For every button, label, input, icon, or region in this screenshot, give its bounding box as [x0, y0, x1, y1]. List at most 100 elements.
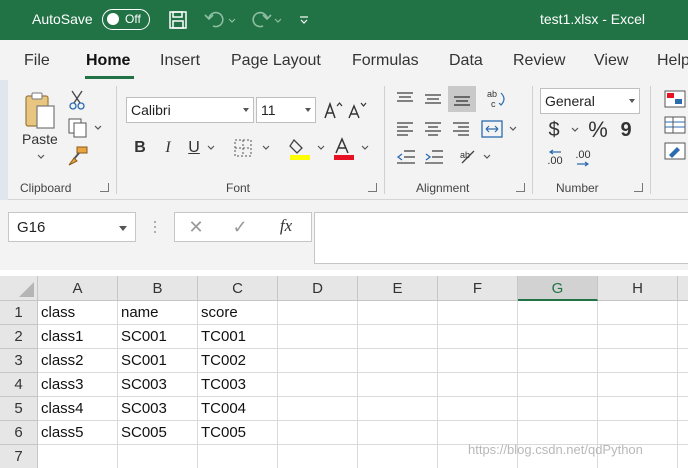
cell-b1[interactable]: name	[118, 301, 198, 325]
cell-h2[interactable]	[598, 325, 678, 349]
paste-dropdown-icon[interactable]	[36, 152, 46, 162]
cell-g3[interactable]	[518, 349, 598, 373]
cell-i1[interactable]	[678, 301, 688, 325]
clipboard-launcher-icon[interactable]	[100, 183, 109, 192]
font-size-select[interactable]: 11	[256, 97, 316, 123]
cell-i2[interactable]	[678, 325, 688, 349]
cell-i4[interactable]	[678, 373, 688, 397]
font-color-icon[interactable]	[332, 136, 372, 162]
cell-g5[interactable]	[518, 397, 598, 421]
copy-icon[interactable]	[66, 116, 104, 140]
underline-button[interactable]: U	[184, 137, 204, 159]
decrease-font-size-icon[interactable]	[346, 98, 368, 122]
column-header-a[interactable]: A	[38, 276, 118, 301]
underline-dropdown-icon[interactable]	[206, 143, 216, 153]
align-bottom-icon[interactable]	[448, 86, 476, 112]
cell-f2[interactable]	[438, 325, 518, 349]
cell-a1[interactable]: class	[38, 301, 118, 325]
cell-e5[interactable]	[358, 397, 438, 421]
cell-c1[interactable]: score	[198, 301, 278, 325]
cell-e6[interactable]	[358, 421, 438, 445]
cell-f5[interactable]	[438, 397, 518, 421]
currency-button[interactable]: $	[544, 118, 564, 142]
cell-d4[interactable]	[278, 373, 358, 397]
increase-indent-icon[interactable]	[422, 146, 446, 168]
cell-c3[interactable]: TC002	[198, 349, 278, 373]
increase-font-size-icon[interactable]	[322, 98, 344, 122]
cell-a3[interactable]: class2	[38, 349, 118, 373]
decrease-indent-icon[interactable]	[394, 146, 418, 168]
cut-icon[interactable]	[66, 88, 88, 112]
row-header-5[interactable]: 5	[0, 397, 38, 421]
column-header-d[interactable]: D	[278, 276, 358, 301]
cell-e2[interactable]	[358, 325, 438, 349]
row-header-4[interactable]: 4	[0, 373, 38, 397]
tab-home[interactable]: Home	[86, 52, 130, 70]
autosave-toggle[interactable]: Off	[102, 9, 150, 30]
cell-c6[interactable]: TC005	[198, 421, 278, 445]
text-direction-icon[interactable]: ab	[458, 146, 494, 168]
alignment-launcher-icon[interactable]	[516, 183, 525, 192]
fill-color-icon[interactable]	[288, 136, 328, 162]
cancel-icon[interactable]: ✕	[184, 216, 208, 238]
cell-f1[interactable]	[438, 301, 518, 325]
cell-c4[interactable]: TC003	[198, 373, 278, 397]
cell-a6[interactable]: class5	[38, 421, 118, 445]
cell-h3[interactable]	[598, 349, 678, 373]
align-top-icon[interactable]	[394, 88, 416, 110]
paste-icon[interactable]	[20, 88, 60, 134]
orientation-icon[interactable]: ab c	[482, 86, 508, 112]
cell-g4[interactable]	[518, 373, 598, 397]
row-header-6[interactable]: 6	[0, 421, 38, 445]
cell-d1[interactable]	[278, 301, 358, 325]
cell-h4[interactable]	[598, 373, 678, 397]
cell-a4[interactable]: class3	[38, 373, 118, 397]
cell-d3[interactable]	[278, 349, 358, 373]
formula-input[interactable]	[314, 212, 688, 264]
row-header-3[interactable]: 3	[0, 349, 38, 373]
cell-d5[interactable]	[278, 397, 358, 421]
cell-d7[interactable]	[278, 445, 358, 468]
currency-dropdown-icon[interactable]	[570, 125, 580, 135]
format-painter-icon[interactable]	[66, 144, 90, 168]
tab-help[interactable]: Help	[657, 52, 688, 70]
increase-decimal-button[interactable]: .00	[542, 146, 568, 170]
column-header-f[interactable]: F	[438, 276, 518, 301]
cell-e1[interactable]	[358, 301, 438, 325]
tab-view[interactable]: View	[594, 52, 628, 70]
cell-f4[interactable]	[438, 373, 518, 397]
tab-file[interactable]: File	[24, 52, 50, 70]
cell-b4[interactable]: SC003	[118, 373, 198, 397]
cell-c5[interactable]: TC004	[198, 397, 278, 421]
column-header-b[interactable]: B	[118, 276, 198, 301]
cell-h1[interactable]	[598, 301, 678, 325]
decrease-decimal-button[interactable]: .00	[570, 146, 596, 170]
column-header-g[interactable]: G	[518, 276, 598, 301]
name-box[interactable]: G16	[8, 212, 136, 242]
formula-bar-grip-icon[interactable]	[150, 218, 160, 236]
redo-icon[interactable]	[248, 8, 284, 32]
merge-center-icon[interactable]	[480, 118, 520, 140]
tab-review[interactable]: Review	[513, 52, 565, 70]
cell-g2[interactable]	[518, 325, 598, 349]
row-header-1[interactable]: 1	[0, 301, 38, 325]
row-header-7[interactable]: 7	[0, 445, 38, 468]
tab-data[interactable]: Data	[449, 52, 483, 70]
row-header-2[interactable]: 2	[0, 325, 38, 349]
cell-a5[interactable]: class4	[38, 397, 118, 421]
cell-a7[interactable]	[38, 445, 118, 468]
cell-c2[interactable]: TC001	[198, 325, 278, 349]
number-launcher-icon[interactable]	[634, 183, 643, 192]
column-header-e[interactable]: E	[358, 276, 438, 301]
font-launcher-icon[interactable]	[368, 183, 377, 192]
tab-page-layout[interactable]: Page Layout	[231, 52, 321, 70]
cell-styles-icon[interactable]	[662, 140, 688, 162]
conditional-formatting-icon[interactable]	[662, 88, 688, 110]
cell-b3[interactable]: SC001	[118, 349, 198, 373]
cell-d2[interactable]	[278, 325, 358, 349]
cell-e3[interactable]	[358, 349, 438, 373]
align-middle-icon[interactable]	[422, 88, 444, 110]
undo-icon[interactable]	[202, 8, 238, 32]
insert-function-icon[interactable]: fx	[272, 214, 300, 238]
percent-button[interactable]: %	[586, 117, 610, 142]
